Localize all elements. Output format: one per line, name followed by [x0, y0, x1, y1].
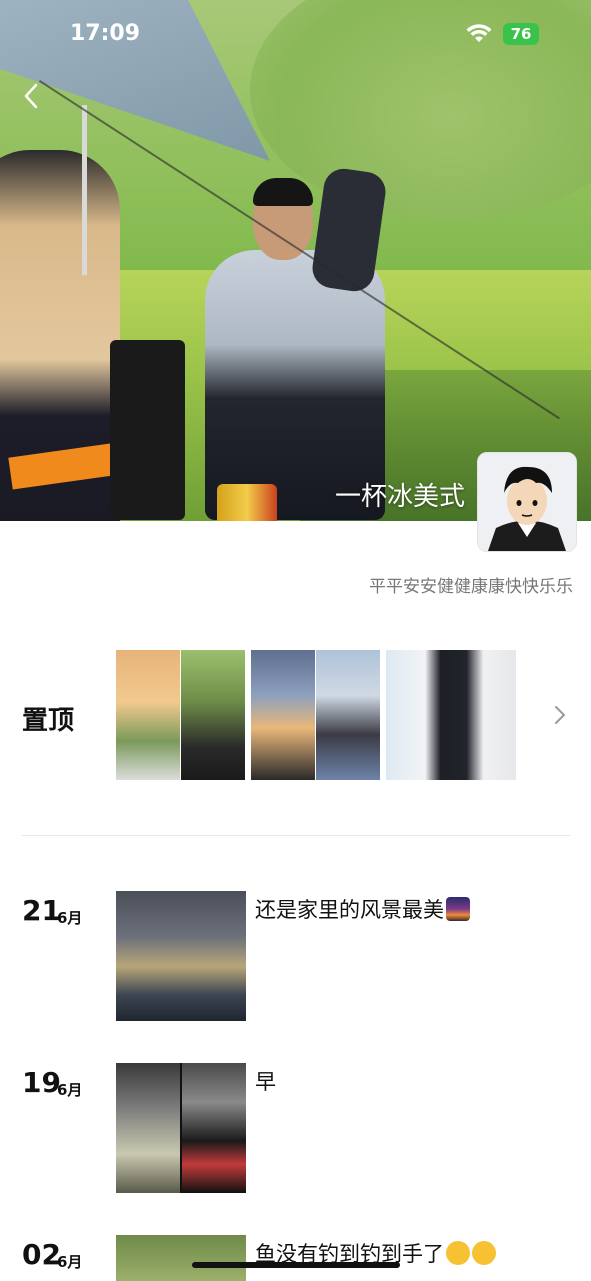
- pinned-thumb[interactable]: [181, 650, 245, 780]
- divider: [22, 835, 570, 836]
- sunset-emoji-icon: [446, 897, 470, 921]
- battery-indicator: 76: [503, 23, 539, 45]
- post-image[interactable]: [182, 1063, 246, 1193]
- chevron-right-icon[interactable]: [552, 703, 568, 727]
- pinned-thumb[interactable]: [386, 650, 516, 780]
- post-image[interactable]: [116, 891, 246, 1021]
- post-image[interactable]: [116, 1063, 180, 1193]
- post-text: 还是家里的风景最美: [255, 894, 470, 924]
- crying-emoji-icon: [446, 1241, 470, 1265]
- avatar-cartoon-icon: [478, 453, 576, 551]
- post-month: 6月: [57, 1081, 83, 1099]
- post-image[interactable]: [116, 1235, 246, 1281]
- status-time: 17:09: [70, 21, 141, 46]
- post-month: 6月: [57, 1253, 83, 1271]
- post-day: 02: [22, 1238, 61, 1271]
- post-month: 6月: [57, 909, 83, 927]
- pinned-thumb[interactable]: [316, 650, 380, 780]
- post-day: 19: [22, 1066, 61, 1099]
- drink-can: [217, 484, 277, 521]
- wifi-icon: [466, 24, 492, 42]
- profile-signature: 平平安安健健康康快快乐乐: [369, 577, 573, 597]
- tent-pole: [82, 105, 87, 275]
- profile-nickname: 一杯冰美式: [334, 482, 465, 512]
- pinned-thumb[interactable]: [116, 650, 180, 780]
- crying-emoji-icon: [472, 1241, 496, 1265]
- cover-photo[interactable]: [0, 0, 591, 521]
- camp-chair: [110, 340, 185, 520]
- post-day: 21: [22, 894, 61, 927]
- post-text: 早: [255, 1070, 276, 1094]
- person-hair: [253, 178, 313, 206]
- pinned-label: 置顶: [22, 706, 75, 736]
- avatar[interactable]: [477, 452, 577, 552]
- home-indicator[interactable]: [192, 1262, 400, 1268]
- chevron-left-icon[interactable]: [20, 82, 44, 110]
- pinned-thumb[interactable]: [251, 650, 315, 780]
- post-image-grid[interactable]: [116, 1063, 246, 1193]
